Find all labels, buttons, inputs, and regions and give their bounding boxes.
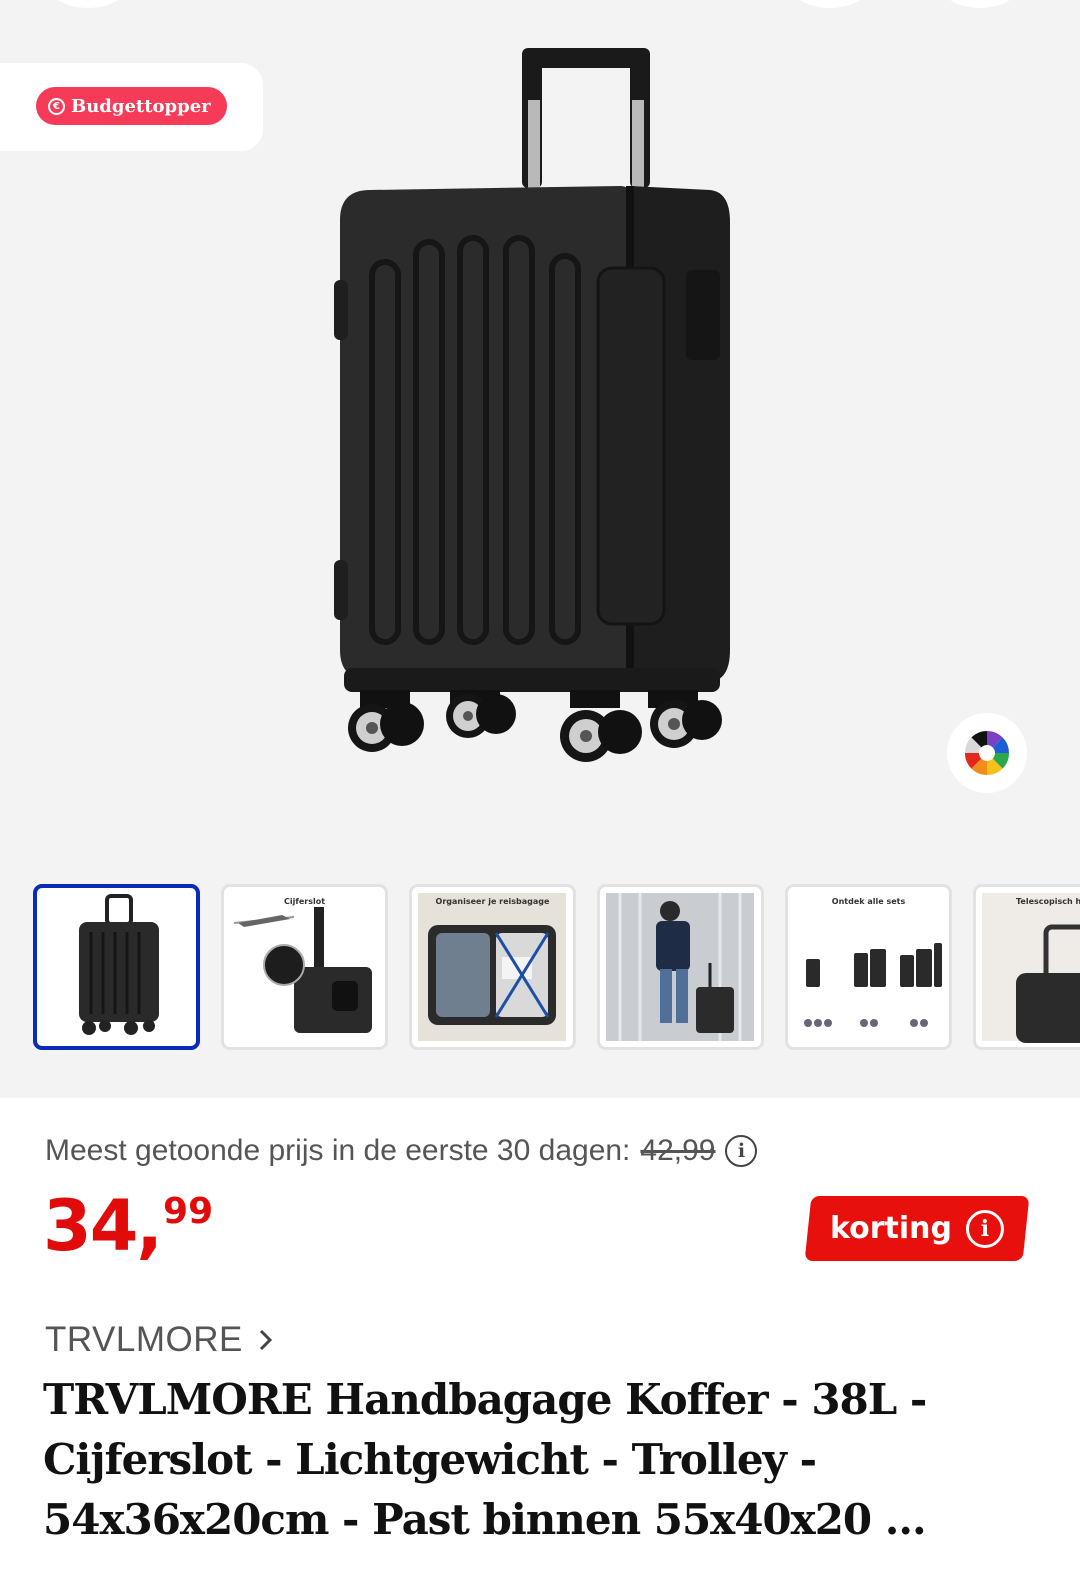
product-main-image[interactable] [330, 40, 750, 780]
brand-link[interactable]: TRVLMORE [45, 1320, 275, 1360]
prior-price-label: Meest getoonde prijs in de eerste 30 dag… [45, 1134, 631, 1167]
badge-label: Budgettopper [71, 95, 211, 117]
thumbnail-caption: Telescopisch h [1016, 897, 1080, 906]
price-euros: 34 [43, 1185, 138, 1267]
discount-label: korting [829, 1211, 952, 1246]
product-image-gallery[interactable]: € Budgettopper Cijferslot Organiseer je … [0, 0, 1080, 1098]
current-price: 34 , 99 [43, 1186, 213, 1266]
product-title: TRVLMORE Handbagage Koffer - 38L - Cijfe… [43, 1375, 927, 1544]
thumbnail-1[interactable] [33, 884, 200, 1050]
back-button[interactable] [48, 0, 128, 8]
thumbnail-5[interactable]: Ontdek alle sets [785, 884, 952, 1050]
info-icon[interactable]: i [725, 1135, 758, 1167]
brand-name: TRVLMORE [45, 1320, 243, 1359]
thumbnail-caption: Cijferslot [283, 897, 326, 906]
badge-container: € Budgettopper [0, 63, 263, 151]
thumbnail-image [418, 893, 566, 1041]
price-cents: 99 [163, 1191, 214, 1232]
discount-button[interactable]: korting i [804, 1196, 1030, 1261]
thumbnail-image [79, 894, 159, 1035]
prior-price-line: Meest getoonde prijs in de eerste 30 dag… [45, 1134, 758, 1168]
thumbnail-caption: Ontdek alle sets [831, 897, 906, 906]
price-section: Meest getoonde prijs in de eerste 30 dag… [0, 1098, 1080, 1585]
thumbnail-image [606, 893, 754, 1041]
thumbnail-6[interactable]: Telescopisch h [973, 884, 1080, 1050]
favorite-button[interactable] [940, 0, 1020, 8]
thumbnail-2[interactable]: Cijferslot [221, 884, 388, 1050]
info-icon: i [966, 1209, 1004, 1248]
thumbnail-image [982, 893, 1080, 1043]
price-separator: , [136, 1185, 163, 1267]
thumbnail-caption: Organiseer je reisbagage [435, 897, 550, 906]
prior-price-value: 42,99 [640, 1134, 716, 1167]
share-button[interactable] [790, 0, 870, 8]
thumbnail-4[interactable] [597, 884, 764, 1050]
budgettopper-badge: € Budgettopper [36, 87, 227, 125]
color-wheel-icon [964, 730, 1010, 776]
color-options-button[interactable] [947, 713, 1027, 793]
thumbnail-strip[interactable]: Cijferslot Organiseer je reisbagage Ontd… [33, 884, 1080, 1054]
thumbnail-image [233, 907, 372, 1033]
thumbnail-3[interactable]: Organiseer je reisbagage [409, 884, 576, 1050]
chevron-right-icon [259, 1329, 272, 1351]
euro-coin-icon: € [48, 97, 65, 115]
thumbnail-image [804, 943, 942, 1027]
